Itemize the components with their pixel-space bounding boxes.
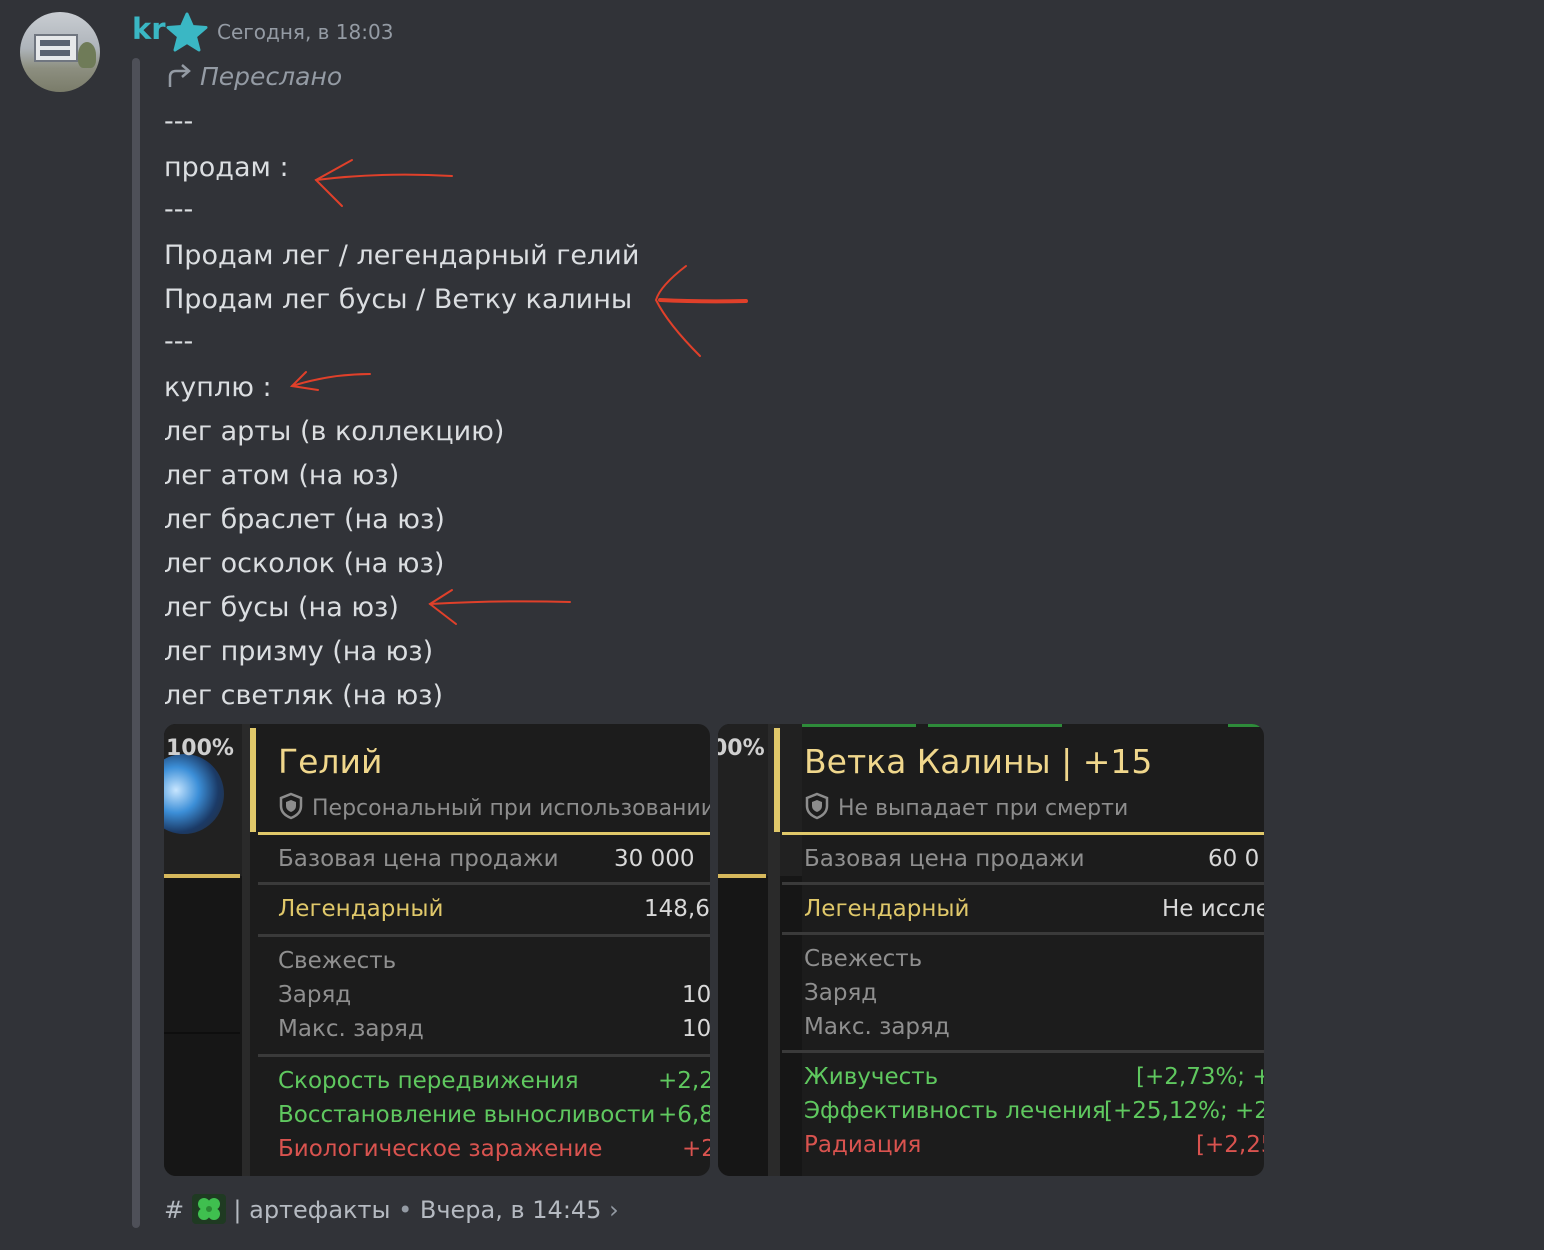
message-timestamp: Сегодня, в 18:03 [217,20,394,44]
annotation-arrow [289,371,319,391]
max-charge-label: Макс. заряд [278,1016,424,1042]
annotation-arrow [658,298,748,304]
forwarded-label: Переслано [166,62,342,91]
message-line: лег осколок (на юз) [164,548,445,579]
message-line: лег браслет (на юз) [164,504,445,535]
price-label: Базовая цена продажи [278,846,559,872]
message-line: Продам лег / легендарный гелий [164,240,640,271]
item-title: Гелий [278,742,383,781]
annotation-arrow [654,265,701,357]
stat-value: [+2,25 [1196,1132,1264,1158]
item-percent: 00% [718,736,765,761]
item-card-kalina-branch[interactable]: 00% Ветка Калины | +15 Не выпадает при с… [718,724,1264,1176]
annotation-arrow [291,373,371,387]
forward-source-link[interactable]: # | артефакты • Вчера, в 14:45 › [164,1194,619,1224]
item-subtitle: Не выпадает при смерти [804,792,1128,821]
freshness-label: Свежесть [278,948,397,974]
shield-icon [279,792,303,820]
forward-arrow-icon [168,64,191,87]
stat-name: Живучесть [804,1064,939,1090]
price-value: 30 000 [614,846,695,872]
message-line: лег светляк (на юз) [164,680,444,711]
channel-name: | артефакты [233,1196,391,1224]
annotation-arrow [314,159,353,207]
source-time: Вчера, в 14:45 [419,1196,602,1224]
message-line: --- [164,194,194,225]
max-charge-label: Макс. заряд [804,1014,950,1040]
stat-name: Биологическое заражение [278,1136,603,1162]
star-icon [166,12,208,52]
stat-name: Скорость передвижения [278,1068,579,1094]
stat-value: [+25,12%; +2 [1104,1098,1264,1124]
message-line: --- [164,326,194,357]
stat-name: Эффективность лечения [804,1098,1106,1124]
message-line: лег призму (на юз) [164,636,434,667]
item-title: Ветка Калины | +15 [804,742,1153,781]
clover-icon [191,1194,226,1224]
charge-value: 10 [682,982,710,1008]
price-label: Базовая цена продажи [804,846,1085,872]
stat-value: +2,2 [658,1068,710,1094]
price-value: 60 0 [1208,846,1260,872]
charge-label: Заряд [278,982,352,1008]
freshness-label: Свежесть [804,946,923,972]
item-percent: 100% [166,736,234,761]
rarity-label: Легендарный [804,896,970,922]
message-line: продам : [164,152,289,183]
forward-quote-bar [132,58,140,1228]
item-subtitle: Персональный при использовании [278,792,710,821]
annotation-arrow [429,600,571,605]
charge-label: Заряд [804,980,878,1006]
stat-value: +6,8 [658,1102,710,1128]
stat-name: Радиация [804,1132,922,1158]
stat-value: +2 [682,1136,710,1162]
avatar[interactable] [20,12,100,92]
forwarded-text: Переслано [200,62,343,91]
max-charge-value: 10 [682,1016,710,1042]
rarity-value: 148,6 [644,896,710,922]
message-line: --- [164,106,194,137]
message-line: Продам лег бусы / Ветку калины [164,284,633,315]
chevron-right-icon: › [609,1196,619,1224]
annotation-arrow [315,173,453,181]
shield-icon [805,792,829,820]
annotation-arrow [428,589,457,625]
item-card-helium[interactable]: 100% Гелий Персональный при использовани… [164,724,710,1176]
message-line: куплю : [164,372,272,403]
stat-name: Восстановление выносливости [278,1102,656,1128]
rarity-label: Легендарный [278,896,444,922]
message-line: лег арты (в коллекцию) [164,416,505,447]
stat-value: [+2,73%; + [1136,1064,1264,1090]
message-line: лег бусы (на юз) [164,592,399,623]
message-line: лег атом (на юз) [164,460,400,491]
rarity-value: Не иссле [1162,896,1264,922]
channel-hash: # [164,1196,185,1224]
username[interactable]: kr [132,12,166,46]
footer-separator: • [398,1196,413,1224]
